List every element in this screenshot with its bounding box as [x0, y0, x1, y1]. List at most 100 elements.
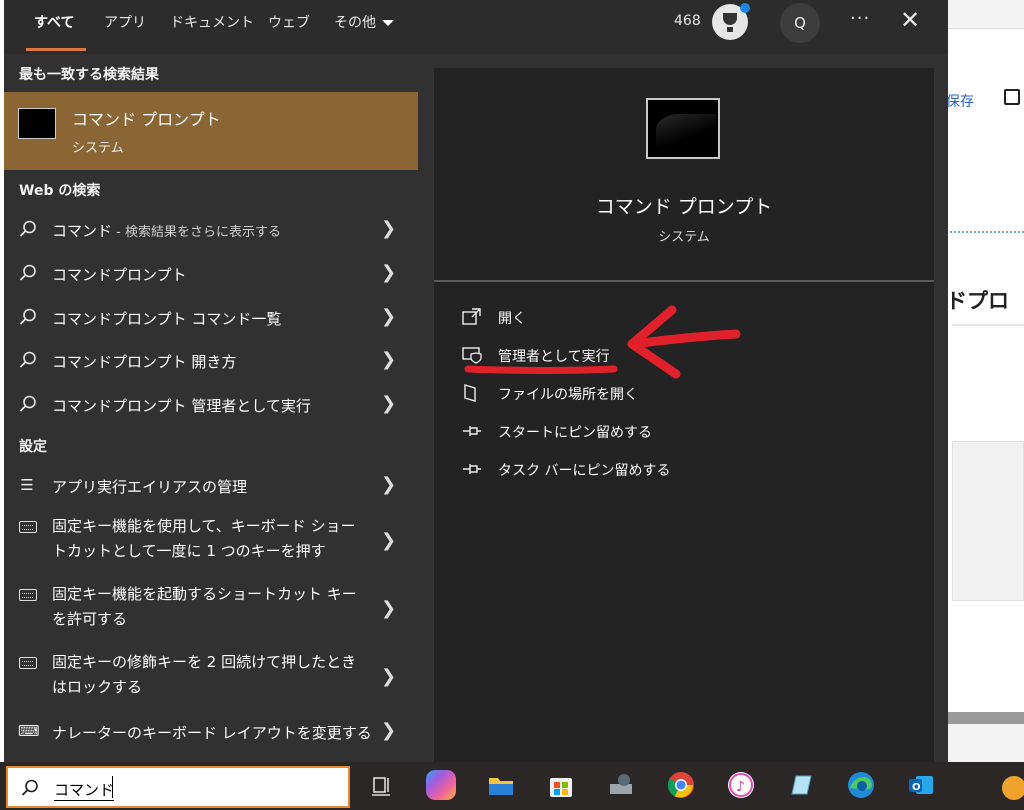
search-icon: [21, 779, 38, 796]
background-scroll-area: [946, 712, 1024, 724]
chrome-icon[interactable]: [666, 770, 696, 800]
file-explorer-icon[interactable]: [486, 770, 516, 800]
search-panel: すべて アプリ ドキュメント ウェブ その他 468 Q ··· ✕ 最も一致す…: [4, 0, 948, 762]
background-heading: ドプロ: [946, 289, 1009, 313]
background-box: [952, 441, 1024, 601]
chevron-right-icon: ❯: [381, 306, 397, 327]
web-result-main: コマンドプロンプト 開き方: [52, 353, 237, 371]
shield-icon: [462, 347, 482, 364]
tab-documents[interactable]: ドキュメント: [170, 12, 254, 42]
web-result-text: コマンド - 検索結果をさらに表示する: [52, 220, 281, 241]
web-search-heading: Web の検索: [19, 183, 101, 199]
avatar[interactable]: Q: [780, 3, 820, 43]
search-icon: [19, 264, 36, 281]
detail-title: コマンド プロンプト: [595, 196, 773, 218]
settings-item-label: 固定キー機能を起動するショートカット キーを許可する: [52, 585, 357, 628]
action-label: ファイルの場所を開く: [498, 387, 638, 403]
microsoft-store-icon[interactable]: [546, 770, 576, 800]
settings-item-sticky-shortcut[interactable]: 固定キー機能を起動するショートカット キーを許可する ❯: [4, 576, 418, 644]
list-icon: ☰: [20, 476, 34, 494]
background-save-link[interactable]: 保存: [946, 91, 974, 111]
settings-item-label: アプリ実行エイリアスの管理: [52, 478, 248, 496]
svg-text:O: O: [912, 782, 921, 793]
background-underline: [952, 324, 1024, 326]
background-browser-page: 保存 ドプロ: [946, 0, 1024, 762]
chevron-right-icon: ❯: [381, 218, 397, 239]
command-prompt-large-icon: [646, 98, 720, 159]
detail-pane: コマンド プロンプト システム 開く 管理者として実行 ファイルの場所を開く ス…: [434, 68, 934, 762]
tab-apps[interactable]: アプリ: [104, 12, 146, 42]
search-input[interactable]: コマンド: [54, 779, 115, 801]
web-result-row[interactable]: コマンドプロンプト ❯: [4, 253, 418, 295]
chevron-right-icon: ❯: [381, 474, 397, 495]
copilot-icon[interactable]: [426, 770, 456, 800]
action-pin-to-start[interactable]: スタートにピン留めする: [462, 420, 722, 446]
itunes-icon[interactable]: ♪: [726, 770, 756, 800]
svg-text:♪: ♪: [736, 779, 745, 795]
action-pin-to-taskbar[interactable]: タスク バーにピン留めする: [462, 458, 722, 484]
web-result-row[interactable]: コマンド - 検索結果をさらに表示する ❯: [4, 209, 418, 251]
task-view-icon[interactable]: [366, 770, 396, 800]
web-result-main: コマンドプロンプト 管理者として実行: [52, 397, 311, 415]
chevron-right-icon: ❯: [381, 262, 397, 283]
tab-web[interactable]: ウェブ: [268, 12, 310, 42]
open-icon: [462, 308, 481, 325]
outlook-icon[interactable]: O: [906, 770, 936, 800]
background-divider: [946, 231, 1024, 233]
settings-item-label: ナレーターのキーボード レイアウトを変更する: [52, 724, 372, 742]
tray-app-icon[interactable]: [994, 770, 1024, 800]
settings-item-narrator[interactable]: ⌨ ナレーターのキーボード レイアウトを変更する ❯: [4, 711, 418, 753]
action-run-as-admin[interactable]: 管理者として実行: [462, 344, 722, 370]
taskbar-search-box[interactable]: コマンド: [6, 766, 350, 808]
best-match-result[interactable]: コマンド プロンプト システム: [4, 92, 418, 170]
command-prompt-icon: [18, 108, 56, 139]
edge-icon[interactable]: [846, 770, 876, 800]
settings-item-label: 固定キー機能を使用して、キーボード ショートカットとして一度に 1 つのキーを押…: [52, 517, 356, 560]
best-match-subtitle: システム: [72, 141, 124, 156]
action-open-file-location[interactable]: ファイルの場所を開く: [462, 382, 722, 408]
chevron-right-icon: ❯: [381, 666, 397, 687]
taskbar: コマンド ♪ O: [0, 762, 1024, 810]
tab-more-label: その他: [334, 15, 376, 31]
search-icon: [19, 351, 36, 368]
keyboard-icon: [19, 657, 37, 669]
action-open[interactable]: 開く: [462, 306, 722, 332]
web-result-row[interactable]: コマンドプロンプト コマンド一覧 ❯: [4, 297, 418, 339]
tab-all[interactable]: すべて: [34, 12, 74, 42]
search-tab-bar: すべて アプリ ドキュメント ウェブ その他 468 Q ··· ✕: [4, 0, 948, 54]
settings-app-icon[interactable]: [606, 770, 636, 800]
search-icon: [19, 395, 36, 412]
best-match-heading: 最も一致する検索結果: [19, 67, 159, 83]
more-options-icon[interactable]: ···: [850, 8, 870, 29]
settings-item-app-alias[interactable]: ☰ アプリ実行エイリアスの管理 ❯: [4, 465, 418, 507]
chevron-right-icon: ❯: [381, 393, 397, 414]
web-result-hint: - 検索結果をさらに表示する: [112, 225, 281, 240]
pin-icon: [463, 426, 481, 436]
action-label: 管理者として実行: [498, 349, 610, 365]
close-icon[interactable]: ✕: [900, 6, 920, 34]
file-location-icon: [464, 384, 476, 402]
settings-item-sticky-keys[interactable]: 固定キー機能を使用して、キーボード ショートカットとして一度に 1 つのキーを押…: [4, 508, 418, 576]
keyboard-icon: [19, 521, 37, 533]
web-result-main: コマンドプロンプト コマンド一覧: [52, 310, 282, 328]
detail-subtitle: システム: [658, 230, 710, 245]
chevron-right-icon: ❯: [381, 720, 397, 741]
web-result-row[interactable]: コマンドプロンプト 管理者として実行 ❯: [4, 384, 418, 426]
action-label: スタートにピン留めする: [498, 425, 652, 441]
web-result-main: コマンド: [52, 222, 113, 240]
search-icon: [19, 308, 36, 325]
web-result-row[interactable]: コマンドプロンプト 開き方 ❯: [4, 340, 418, 382]
action-label: タスク バーにピン留めする: [498, 463, 671, 479]
notification-dot: [740, 3, 750, 13]
chevron-right-icon: ❯: [381, 530, 397, 551]
notepad-app-icon[interactable]: [786, 770, 816, 800]
action-label: 開く: [498, 311, 526, 327]
background-page-content: 保存 ドプロ: [946, 28, 1024, 718]
text-cursor: [112, 776, 113, 798]
settings-item-sticky-lock[interactable]: 固定キーの修飾キーを 2 回続けて押したときはロックする ❯: [4, 644, 418, 712]
background-window-icon: [1004, 89, 1020, 105]
tab-more[interactable]: その他: [334, 12, 394, 42]
narrator-icon: ⌨: [18, 722, 40, 740]
active-tab-indicator: [26, 48, 86, 51]
settings-heading: 設定: [19, 439, 47, 455]
